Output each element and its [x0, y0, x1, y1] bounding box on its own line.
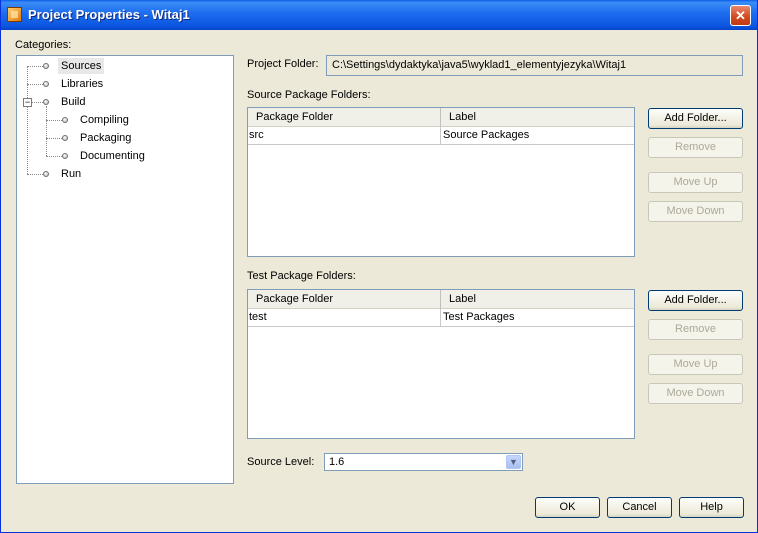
bullet-icon: [62, 153, 68, 159]
close-icon: ✕: [735, 8, 746, 23]
remove-test-folder-button[interactable]: Remove: [648, 319, 743, 340]
ok-button[interactable]: OK: [535, 497, 600, 518]
tree-connector: [46, 106, 47, 156]
move-up-test-button[interactable]: Move Up: [648, 354, 743, 375]
table-row[interactable]: src Source Packages: [248, 127, 634, 145]
tree-connector: [27, 66, 28, 174]
bullet-icon: [43, 63, 49, 69]
source-level-value: 1.6: [329, 456, 345, 468]
window-title: Project Properties - Witaj1: [28, 7, 190, 22]
cancel-button[interactable]: Cancel: [607, 497, 672, 518]
chevron-down-icon[interactable]: ▼: [506, 455, 521, 469]
project-folder-field[interactable]: C:\Settings\dydaktyka\java5\wyklad1_elem…: [326, 55, 743, 76]
add-source-folder-button[interactable]: Add Folder...: [648, 108, 743, 129]
source-package-folders-table[interactable]: Package Folder Label src Source Packages: [247, 107, 635, 257]
tree-item-label: Sources: [58, 58, 105, 74]
table-row[interactable]: test Test Packages: [248, 309, 634, 327]
project-properties-dialog: Project Properties - Witaj1 ✕ Categories…: [0, 0, 758, 533]
package-folder-cell[interactable]: test: [248, 309, 440, 326]
categories-label: Categories:: [15, 39, 72, 51]
label-cell[interactable]: Test Packages: [440, 309, 633, 326]
tree-item-label: Compiling: [80, 114, 129, 126]
help-button[interactable]: Help: [679, 497, 744, 518]
test-package-folders-label: Test Package Folders:: [247, 270, 356, 282]
bullet-icon: [43, 99, 49, 105]
tree-item-label: Run: [61, 168, 82, 180]
tree-item-label: Libraries: [61, 78, 104, 90]
column-header-label[interactable]: Label: [440, 290, 634, 309]
move-down-test-button[interactable]: Move Down: [648, 383, 743, 404]
column-header-package-folder[interactable]: Package Folder: [248, 108, 440, 127]
bullet-icon: [62, 135, 68, 141]
add-test-folder-button[interactable]: Add Folder...: [648, 290, 743, 311]
package-folder-cell[interactable]: src: [248, 127, 440, 144]
close-button[interactable]: ✕: [730, 5, 751, 26]
source-package-folders-label: Source Package Folders:: [247, 89, 371, 101]
tree-item-label: Build: [61, 96, 86, 108]
categories-tree[interactable]: − Sources Libraries Build Compiling Pack…: [16, 55, 234, 484]
project-folder-label: Project Folder:: [247, 58, 319, 70]
source-level-select[interactable]: 1.6 ▼: [324, 453, 523, 471]
remove-source-folder-button[interactable]: Remove: [648, 137, 743, 158]
column-header-package-folder[interactable]: Package Folder: [248, 290, 440, 309]
source-level-label: Source Level:: [247, 456, 315, 468]
test-package-folders-table[interactable]: Package Folder Label test Test Packages: [247, 289, 635, 439]
collapse-toggle-icon[interactable]: −: [23, 98, 32, 107]
bullet-icon: [62, 117, 68, 123]
move-up-source-button[interactable]: Move Up: [648, 172, 743, 193]
bullet-icon: [43, 81, 49, 87]
bullet-icon: [43, 171, 49, 177]
app-icon: [7, 7, 22, 22]
title-bar[interactable]: Project Properties - Witaj1 ✕: [1, 0, 757, 30]
tree-item-label: Packaging: [80, 132, 132, 144]
move-down-source-button[interactable]: Move Down: [648, 201, 743, 222]
tree-item-label: Documenting: [80, 150, 145, 162]
column-header-label[interactable]: Label: [440, 108, 634, 127]
label-cell[interactable]: Source Packages: [440, 127, 633, 144]
